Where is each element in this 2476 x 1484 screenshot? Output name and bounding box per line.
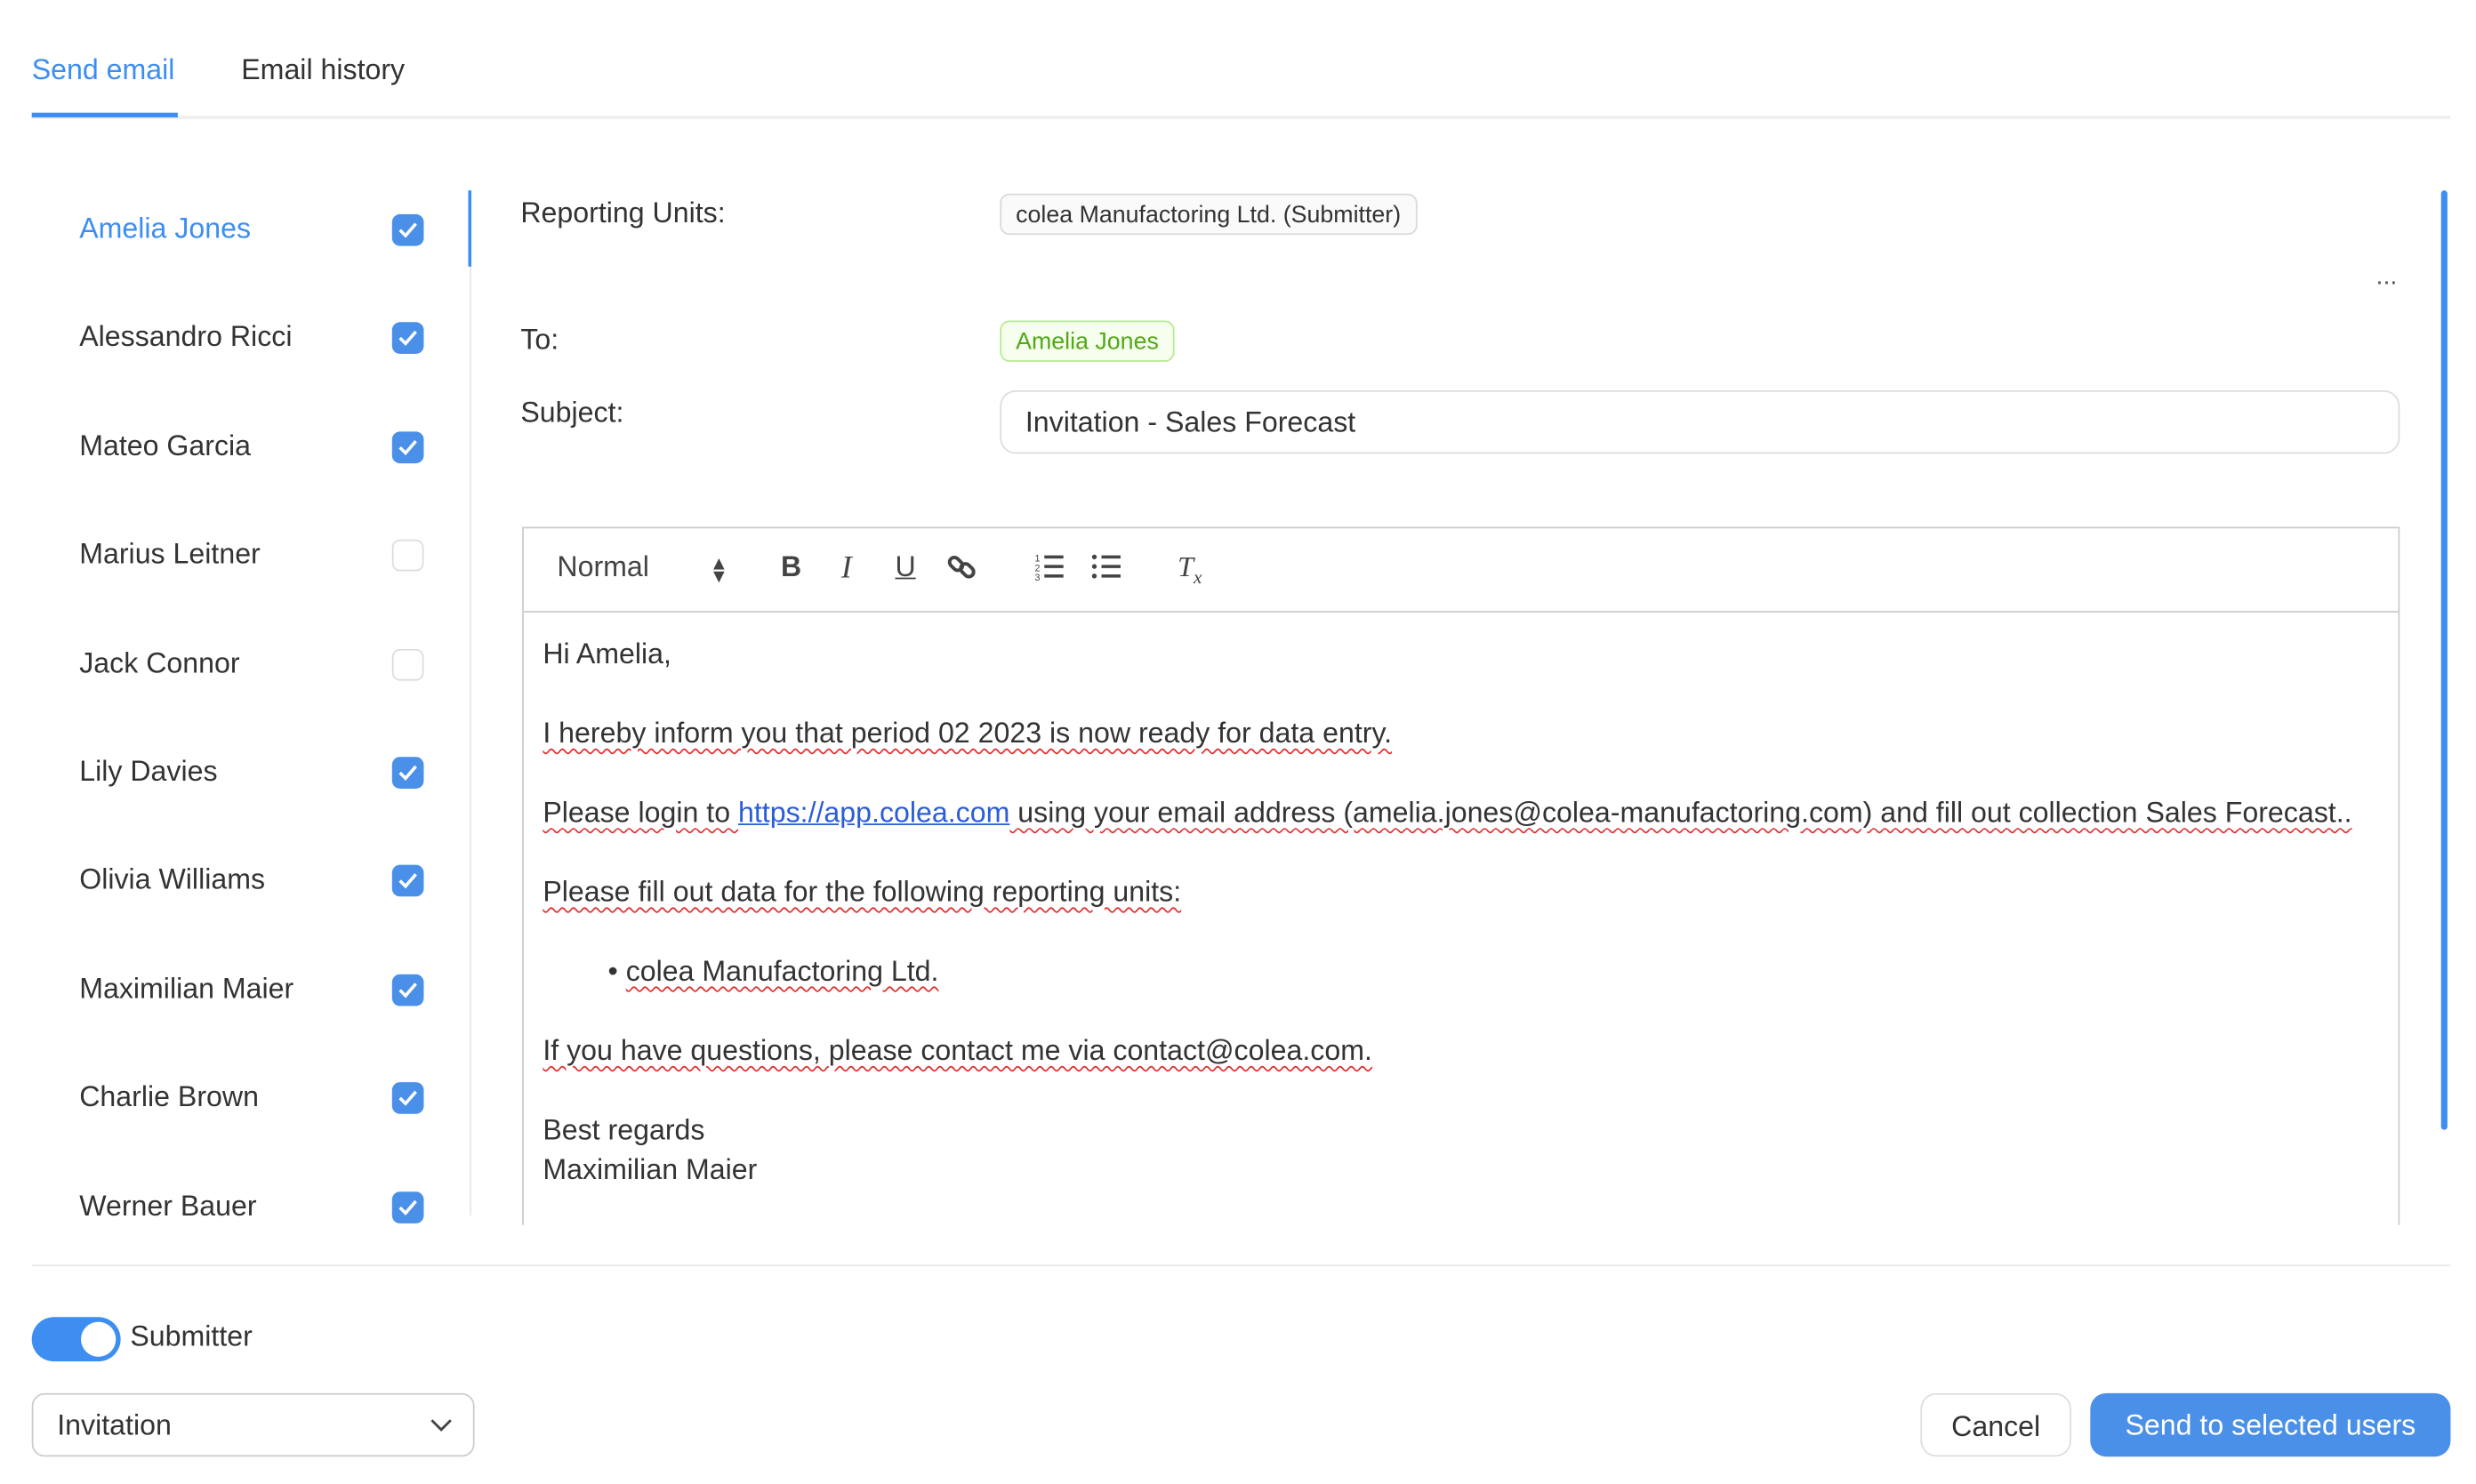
- user-item[interactable]: Charlie Brown: [79, 1081, 259, 1114]
- cancel-button[interactable]: Cancel: [1920, 1392, 2071, 1457]
- user-checkbox[interactable]: [391, 213, 424, 246]
- app-link[interactable]: https://app.colea.com: [738, 797, 1009, 829]
- user-checkbox[interactable]: [391, 431, 424, 463]
- greeting: Hi Amelia,: [543, 638, 671, 670]
- check-icon: [398, 331, 417, 347]
- submitter-label: Submitter: [130, 1320, 253, 1352]
- email-editor[interactable]: Normal ▲ ▼ B I U 123 Tx Hi Amelia, I here…: [522, 526, 2400, 1225]
- user-item[interactable]: Lily Davies: [79, 755, 217, 788]
- body-line: Please fill out data for the following r…: [543, 876, 1182, 908]
- more-options-button[interactable]: ...: [2376, 263, 2398, 292]
- body-line: I hereby inform you that period 02 2023 …: [543, 717, 1393, 750]
- underline-icon[interactable]: U: [896, 550, 916, 583]
- user-item[interactable]: Werner Bauer: [79, 1190, 256, 1223]
- template-select[interactable]: Invitation: [31, 1392, 475, 1457]
- user-checkbox[interactable]: [391, 648, 424, 680]
- recipient-chip: Amelia Jones: [1000, 320, 1175, 362]
- user-item[interactable]: Jack Connor: [79, 646, 239, 679]
- closing: Best regards: [543, 1113, 705, 1146]
- body-line: Please login to https://app.colea.com us…: [543, 793, 2379, 833]
- subject-input[interactable]: Invitation - Sales Forecast: [1000, 390, 2400, 454]
- svg-text:3: 3: [1035, 573, 1041, 582]
- user-checkbox[interactable]: [391, 540, 424, 572]
- user-checkbox[interactable]: [391, 757, 424, 789]
- tabs-divider: [31, 116, 2451, 119]
- to-label: To:: [520, 324, 559, 356]
- user-item[interactable]: Marius Leitner: [79, 538, 261, 571]
- user-list-divider: [470, 190, 472, 1216]
- reporting-units-label: Reporting Units:: [520, 197, 726, 229]
- editor-toolbar: Normal ▲ ▼ B I U 123 Tx: [523, 528, 2399, 613]
- text: Please login to: [543, 796, 739, 829]
- user-item[interactable]: Olivia Williams: [79, 864, 265, 897]
- bold-icon[interactable]: B: [781, 550, 801, 583]
- scrollbar[interactable]: [2440, 190, 2448, 1130]
- toggle-knob: [81, 1321, 117, 1357]
- text: colea Manufactoring Ltd.: [625, 955, 939, 988]
- chevron-down-icon: [430, 1419, 452, 1432]
- check-icon: [398, 1090, 417, 1107]
- check-icon: [398, 222, 417, 238]
- format-select[interactable]: Normal: [557, 550, 649, 583]
- subject-label: Subject:: [520, 397, 624, 429]
- active-tab-indicator: [31, 112, 178, 118]
- body-line: If you have questions, please contact me…: [543, 1034, 1372, 1067]
- reporting-unit-chip: colea Manufactoring Ltd. (Submitter): [1000, 193, 1417, 236]
- text: using your email address (amelia.jones@c…: [1009, 796, 2352, 829]
- send-button[interactable]: Send to selected users: [2090, 1392, 2451, 1457]
- check-icon: [398, 765, 417, 781]
- link-icon[interactable]: [946, 550, 978, 590]
- active-user-indicator: [468, 190, 472, 267]
- check-icon: [398, 982, 417, 999]
- user-item[interactable]: Amelia Jones: [79, 213, 251, 245]
- user-checkbox[interactable]: [391, 322, 424, 355]
- submitter-toggle[interactable]: [31, 1317, 121, 1362]
- italic-icon[interactable]: I: [841, 550, 852, 587]
- user-checkbox[interactable]: [391, 1191, 424, 1223]
- tab-send-email[interactable]: Send email: [32, 54, 175, 87]
- select-arrows-icon: ▲ ▼: [709, 552, 728, 588]
- ordered-list-icon[interactable]: 123: [1033, 550, 1065, 590]
- user-item[interactable]: Mateo Garcia: [79, 429, 251, 462]
- user-item[interactable]: Maximilian Maier: [79, 973, 293, 1006]
- bullet-item: • colea Manufactoring Ltd.: [607, 955, 939, 988]
- bullet-list-icon[interactable]: [1090, 550, 1122, 590]
- email-body[interactable]: Hi Amelia, I hereby inform you that peri…: [524, 613, 2399, 1213]
- user-item[interactable]: Alessandro Ricci: [79, 321, 292, 354]
- user-checkbox[interactable]: [391, 865, 424, 897]
- user-checkbox[interactable]: [391, 974, 424, 1007]
- tab-email-history[interactable]: Email history: [241, 54, 405, 87]
- footer-divider: [31, 1264, 2451, 1267]
- check-icon: [398, 439, 417, 455]
- clear-format-icon[interactable]: Tx: [1178, 550, 1202, 590]
- signature: Maximilian Maier: [543, 1153, 758, 1186]
- template-value: Invitation: [57, 1408, 172, 1441]
- check-icon: [398, 873, 417, 890]
- check-icon: [398, 1199, 417, 1215]
- user-checkbox[interactable]: [391, 1082, 424, 1115]
